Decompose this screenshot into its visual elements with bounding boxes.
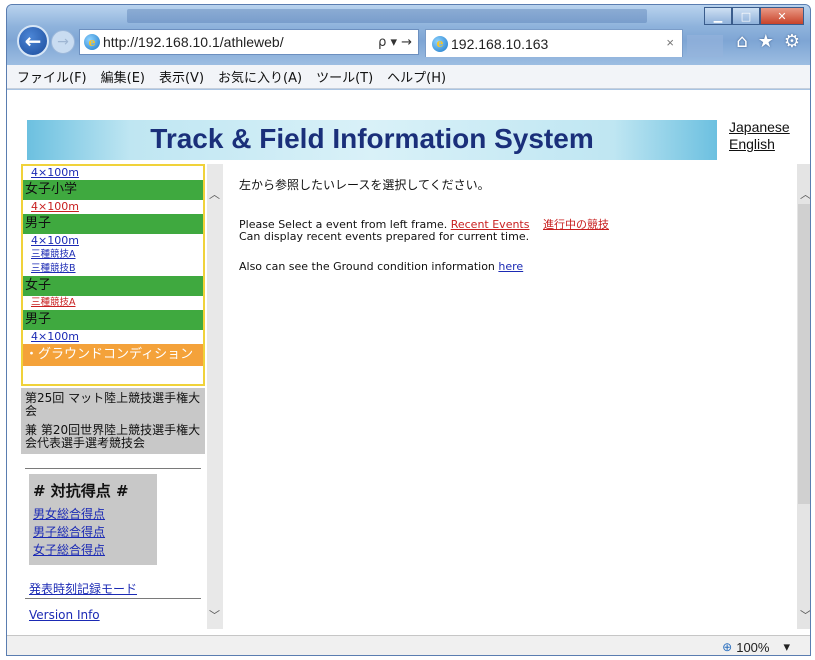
scroll-thumb[interactable] xyxy=(798,204,810,504)
window-controls: ▁ □ ✕ xyxy=(704,7,804,25)
score-link-women[interactable]: 女子総合得点 xyxy=(33,541,153,559)
forward-arrow-icon: → xyxy=(57,34,69,50)
left-frame: 4×100m 女子小学 4×100m 男子 4×100m 三種競技A 三種競技B… xyxy=(21,164,223,629)
ground-info-text: Also can see the Ground condition inform… xyxy=(239,260,495,273)
left-scrollbar[interactable]: ︿ ﹀ xyxy=(207,164,223,629)
header-banner: Track & Field Information System xyxy=(27,120,717,160)
home-icon[interactable]: ⌂ xyxy=(736,31,747,52)
category-header: 女子 xyxy=(23,276,203,296)
scroll-down-icon[interactable]: ﹀ xyxy=(209,607,220,623)
instruction-jp: 左から参照したいレースを選択してください。 xyxy=(239,178,490,192)
divider xyxy=(25,468,201,469)
event-link[interactable]: 4×100m xyxy=(23,234,203,248)
score-title: # 対抗得点 # xyxy=(33,482,129,500)
menu-help[interactable]: ヘルプ(H) xyxy=(387,67,446,86)
forward-button[interactable]: → xyxy=(51,30,75,54)
main-frame: 左から参照したいレースを選択してください。 Please Select a ev… xyxy=(225,164,795,629)
tab-active[interactable]: e 192.168.10.163 × xyxy=(425,29,683,57)
status-bar: ⊕ 100% ▾ xyxy=(7,635,810,655)
instruction-subtext: Can display recent events prepared for c… xyxy=(239,230,530,243)
language-switcher: Japanese English xyxy=(729,119,790,153)
address-url[interactable]: http://192.168.10.1/athleweb/ xyxy=(103,34,378,50)
zoom-level: 100% xyxy=(736,639,770,655)
scroll-down-icon[interactable]: ﹀ xyxy=(800,607,810,623)
lang-english-link[interactable]: English xyxy=(729,136,790,153)
category-header: 男子 xyxy=(23,214,203,234)
scroll-up-icon[interactable]: ︿ xyxy=(800,186,810,202)
back-button[interactable]: ← xyxy=(17,25,49,57)
menu-view[interactable]: 表示(V) xyxy=(159,67,204,86)
zoom-control[interactable]: ⊕ 100% ▾ xyxy=(722,639,790,655)
tab-title: 192.168.10.163 xyxy=(451,35,549,52)
ground-info-line: Also can see the Ground condition inform… xyxy=(239,260,523,273)
favorites-star-icon[interactable]: ★ xyxy=(758,31,774,52)
scroll-up-icon[interactable]: ︿ xyxy=(209,186,220,202)
minimize-button[interactable]: ▁ xyxy=(704,7,732,25)
event-link[interactable]: 4×100m xyxy=(23,166,203,180)
right-scrollbar[interactable]: ︿ ﹀ xyxy=(797,164,810,629)
meet-name: 第25回 マット陸上競技選手権大会 xyxy=(25,391,201,418)
gear-icon[interactable]: ⚙ xyxy=(784,31,800,52)
score-link-men[interactable]: 男子総合得点 xyxy=(33,523,153,541)
maximize-button[interactable]: □ xyxy=(732,7,760,25)
menu-edit[interactable]: 編集(E) xyxy=(101,67,145,86)
lang-japanese-link[interactable]: Japanese xyxy=(729,119,790,136)
category-header: 女子小学 xyxy=(23,180,203,200)
new-tab-button[interactable] xyxy=(687,35,723,57)
tab-close-icon[interactable]: × xyxy=(666,35,674,50)
event-link[interactable]: 三種競技A xyxy=(23,296,203,310)
in-progress-link[interactable]: 進行中の競技 xyxy=(543,218,609,231)
menu-file[interactable]: ファイル(F) xyxy=(17,67,87,86)
event-link[interactable]: 三種競技A xyxy=(23,248,203,262)
event-list: 4×100m 女子小学 4×100m 男子 4×100m 三種競技A 三種競技B… xyxy=(21,164,205,386)
zoom-icon: ⊕ xyxy=(722,640,733,654)
event-link[interactable]: 三種競技B xyxy=(23,262,203,276)
ie-icon: e xyxy=(84,34,100,50)
address-tools[interactable]: ρ ▾ → xyxy=(378,35,418,50)
menu-bar: ファイル(F) 編集(E) 表示(V) お気に入り(A) ツール(T) ヘルプ(… xyxy=(7,65,810,89)
here-link[interactable]: here xyxy=(498,260,523,273)
time-mode-link[interactable]: 発表時刻記録モード xyxy=(29,580,137,597)
version-info-link[interactable]: Version Info xyxy=(29,608,100,622)
browser-window: ▁ □ ✕ ← → e http://192.168.10.1/athleweb… xyxy=(6,4,811,656)
divider xyxy=(25,598,201,599)
page-title: Track & Field Information System xyxy=(150,123,594,154)
address-bar[interactable]: e http://192.168.10.1/athleweb/ ρ ▾ → xyxy=(79,29,419,55)
meet-info: 第25回 マット陸上競技選手権大会 兼 第20回世界陸上競技選手権大会代表選手選… xyxy=(21,388,205,454)
meet-subtitle: 兼 第20回世界陸上競技選手権大会代表選手選考競技会 xyxy=(25,423,201,450)
score-link-overall[interactable]: 男女総合得点 xyxy=(33,505,153,523)
close-button[interactable]: ✕ xyxy=(760,7,804,25)
menu-favorites[interactable]: お気に入り(A) xyxy=(218,67,302,86)
zoom-dropdown-icon[interactable]: ▾ xyxy=(783,639,790,655)
category-header: 男子 xyxy=(23,310,203,330)
tab-ie-icon: e xyxy=(432,35,448,52)
event-link[interactable]: 4×100m xyxy=(23,200,203,214)
title-bar: ▁ □ ✕ ← → e http://192.168.10.1/athleweb… xyxy=(7,5,810,65)
page-content: Track & Field Information System Japanes… xyxy=(7,90,810,635)
event-link[interactable]: 4×100m xyxy=(23,330,203,344)
back-arrow-icon: ← xyxy=(24,29,42,53)
browser-tools: ⌂ ★ ⚙ xyxy=(736,31,800,52)
ground-condition-link[interactable]: ・グラウンドコンディション xyxy=(23,344,203,366)
team-score-box: # 対抗得点 # 男女総合得点 男子総合得点 女子総合得点 xyxy=(29,474,157,565)
menu-tools[interactable]: ツール(T) xyxy=(316,67,373,86)
